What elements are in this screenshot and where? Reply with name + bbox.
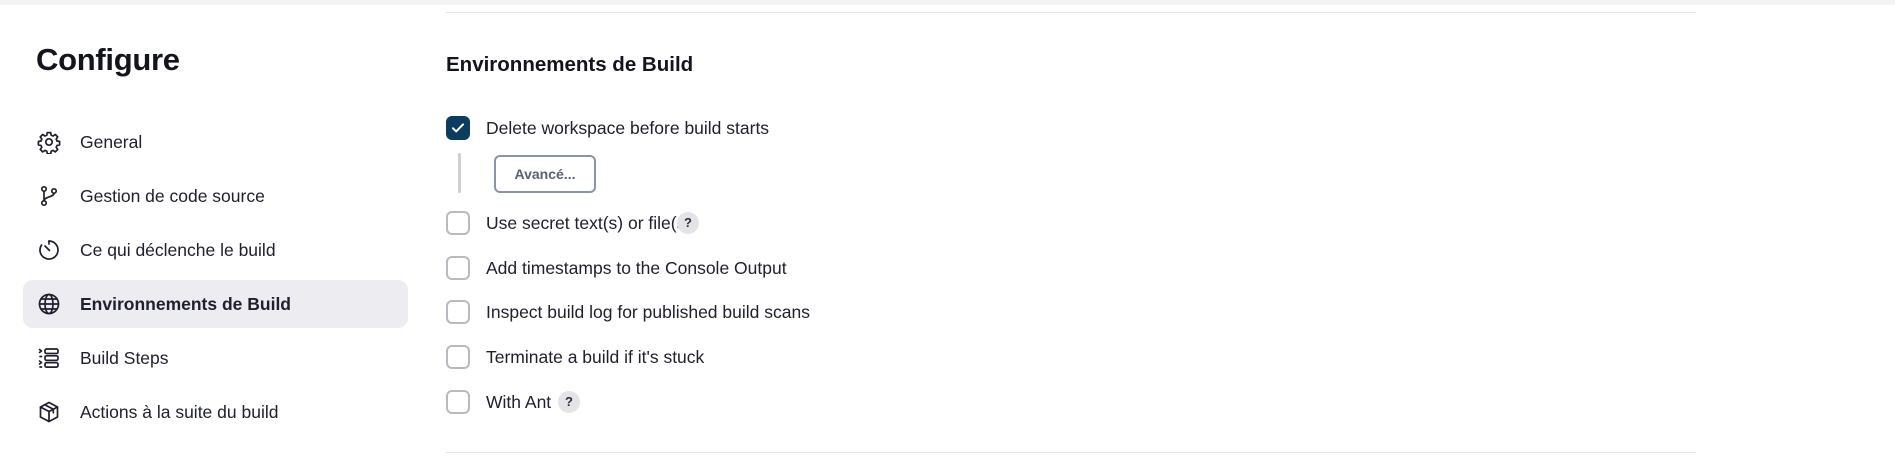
sidebar-item-label: Build Steps	[80, 348, 169, 368]
timer-icon	[37, 238, 61, 262]
sidebar-item-label: Gestion de code source	[80, 186, 265, 206]
package-icon	[37, 400, 61, 424]
main-content: Environnements de Build Delete workspace…	[446, 0, 1696, 471]
checkbox-terminate-stuck[interactable]	[446, 345, 470, 369]
checkbox-timestamps[interactable]	[446, 256, 470, 280]
sidebar-item-label: Environnements de Build	[80, 294, 291, 314]
gear-icon	[37, 130, 61, 154]
sidebar: Configure General Gestion de code source…	[0, 0, 420, 471]
checkbox-with-ant[interactable]	[446, 390, 470, 414]
help-icon[interactable]: ?	[677, 212, 699, 234]
option-label[interactable]: With Ant	[486, 392, 551, 413]
sidebar-item-general[interactable]: General	[23, 118, 408, 166]
checkbox-inspect-build-log[interactable]	[446, 300, 470, 324]
sidebar-item-label: Ce qui déclenche le build	[80, 240, 276, 260]
option-label[interactable]: Use secret text(s) or file(s)	[486, 213, 691, 234]
sidebar-item-label: General	[80, 132, 143, 152]
section-divider-bottom	[446, 452, 1696, 453]
sidebar-item-build-steps[interactable]: Build Steps	[23, 334, 408, 382]
option-label[interactable]: Add timestamps to the Console Output	[486, 258, 787, 279]
sidebar-item-triggers[interactable]: Ce qui déclenche le build	[23, 226, 408, 274]
branch-icon	[37, 184, 61, 208]
advanced-button[interactable]: Avancé...	[494, 155, 596, 193]
list-steps-icon	[37, 346, 61, 370]
sidebar-item-post-build-actions[interactable]: Actions à la suite du build	[23, 388, 408, 436]
checkmark-icon	[452, 123, 464, 133]
page-title: Configure	[36, 42, 180, 77]
help-icon[interactable]: ?	[558, 391, 580, 413]
advanced-indent-line	[458, 153, 461, 193]
section-divider-top	[446, 12, 1696, 13]
option-label[interactable]: Delete workspace before build starts	[486, 118, 769, 139]
sidebar-item-source-code[interactable]: Gestion de code source	[23, 172, 408, 220]
option-label[interactable]: Terminate a build if it's stuck	[486, 347, 704, 368]
checkbox-secret-text[interactable]	[446, 211, 470, 235]
globe-icon	[37, 292, 61, 316]
option-label[interactable]: Inspect build log for published build sc…	[486, 302, 810, 323]
sidebar-item-build-environments[interactable]: Environnements de Build	[23, 280, 408, 328]
section-title: Environnements de Build	[446, 53, 694, 76]
checkbox-delete-workspace[interactable]	[446, 116, 470, 140]
sidebar-item-label: Actions à la suite du build	[80, 402, 279, 422]
